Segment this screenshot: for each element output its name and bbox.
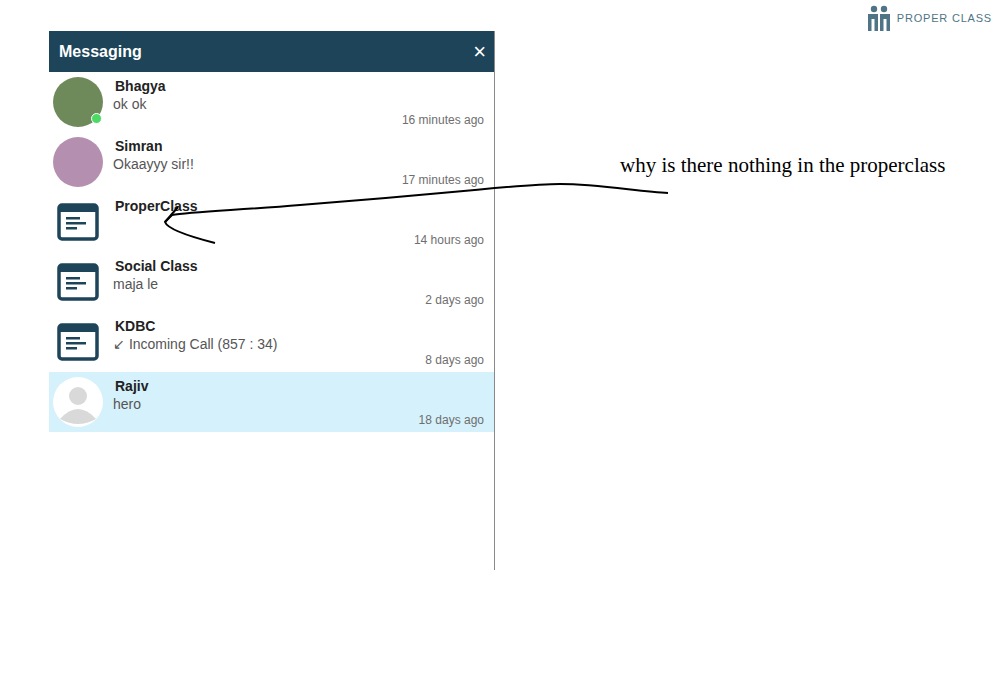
avatar-photo (53, 137, 103, 187)
avatar (53, 137, 103, 187)
group-chat-icon (57, 323, 99, 361)
panel-header: Messaging × (49, 31, 494, 72)
conversation-row[interactable]: Rajiv hero 18 days ago (49, 372, 494, 432)
conversation-row[interactable]: Social Class maja le 2 days ago (49, 252, 494, 312)
conversation-body: Rajiv hero 18 days ago (103, 372, 494, 432)
message-time: 2 days ago (425, 293, 484, 307)
right-area: PROPER CLASS why is there nothing in the… (495, 0, 1000, 178)
message-time: 14 hours ago (414, 233, 484, 247)
avatar (53, 317, 103, 367)
contact-name: KDBC (113, 317, 484, 335)
panel-title: Messaging (59, 43, 142, 61)
message-time: 17 minutes ago (402, 173, 484, 187)
conversation-row[interactable]: Simran Okaayyy sir!! 17 minutes ago (49, 132, 494, 192)
message-time: 16 minutes ago (402, 113, 484, 127)
conversation-list: Bhagya ok ok 16 minutes ago Simran Okaay… (49, 72, 494, 432)
conversation-body: Social Class maja le 2 days ago (103, 252, 494, 312)
messaging-panel: Messaging × Bhagya ok ok 16 minutes ago … (49, 31, 495, 570)
message-preview: ok ok (113, 95, 484, 113)
message-time: 18 days ago (419, 413, 484, 427)
contact-name: Bhagya (113, 77, 484, 95)
default-avatar-icon (53, 377, 103, 427)
message-preview: maja le (113, 275, 484, 293)
conversation-body: ProperClass 14 hours ago (103, 192, 494, 252)
page: Messaging × Bhagya ok ok 16 minutes ago … (0, 0, 1000, 700)
message-preview: hero (113, 395, 484, 413)
contact-name: ProperClass (113, 197, 484, 215)
conversation-body: KDBC ↙ Incoming Call (857 : 34) 8 days a… (103, 312, 494, 372)
online-dot (91, 113, 102, 124)
avatar (53, 77, 103, 127)
group-chat-icon (57, 263, 99, 301)
annotation-text: why is there nothing in the properclass (620, 153, 1000, 178)
logo-text: PROPER CLASS (897, 12, 992, 24)
avatar (53, 197, 103, 247)
conversation-row[interactable]: ProperClass 14 hours ago (49, 192, 494, 252)
contact-name: Social Class (113, 257, 484, 275)
conversation-row[interactable]: KDBC ↙ Incoming Call (857 : 34) 8 days a… (49, 312, 494, 372)
contact-name: Rajiv (113, 377, 484, 395)
conversation-row[interactable]: Bhagya ok ok 16 minutes ago (49, 72, 494, 132)
group-chat-icon (57, 203, 99, 241)
avatar (53, 257, 103, 307)
annotation-arrow-icon (0, 0, 1000, 700)
logo: PROPER CLASS (867, 0, 1000, 31)
close-button[interactable]: × (473, 41, 486, 63)
message-time: 8 days ago (425, 353, 484, 367)
avatar (53, 377, 103, 427)
message-preview (113, 215, 484, 233)
conversation-body: Bhagya ok ok 16 minutes ago (103, 72, 494, 132)
message-preview: Okaayyy sir!! (113, 155, 484, 173)
people-icon (867, 5, 891, 31)
conversation-body: Simran Okaayyy sir!! 17 minutes ago (103, 132, 494, 192)
message-preview: ↙ Incoming Call (857 : 34) (113, 335, 484, 353)
contact-name: Simran (113, 137, 484, 155)
